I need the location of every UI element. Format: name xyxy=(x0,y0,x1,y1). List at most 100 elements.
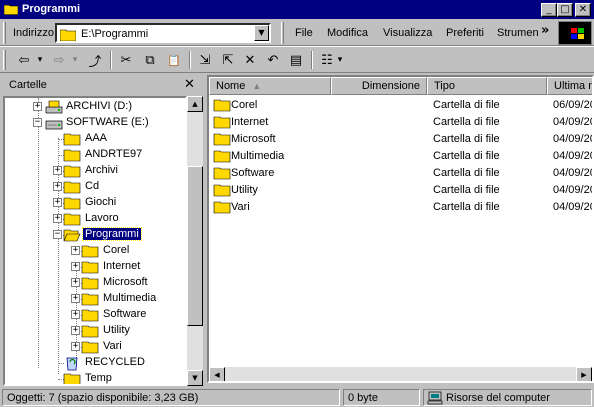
address-dropdown-button[interactable]: ▼ xyxy=(254,25,269,41)
scroll-up-button[interactable]: ▲ xyxy=(187,96,203,112)
properties-icon[interactable]: ▤ xyxy=(287,51,305,69)
forward-icon[interactable]: ⇨ xyxy=(50,51,68,69)
undo-icon[interactable]: ↶ xyxy=(264,51,282,69)
file-row[interactable]: Multimedia Cartella di file 04/09/20 xyxy=(209,147,592,164)
expand-toggle[interactable]: + xyxy=(71,278,80,287)
scroll-right-button[interactable]: ▶ xyxy=(576,367,592,381)
menu-overflow-button[interactable]: » xyxy=(541,23,549,38)
tree-item-giochi[interactable]: + Giochi xyxy=(5,195,185,211)
up-folder-icon[interactable]: ⤴ xyxy=(86,51,104,70)
expand-toggle[interactable]: + xyxy=(53,182,62,191)
menu-strumenti[interactable]: Strumen xyxy=(497,27,539,39)
folder-tree[interactable]: + ARCHIVI (D:) − SOFTWARE (E:) AAA ANDRTE… xyxy=(3,96,187,386)
expand-toggle[interactable]: + xyxy=(53,166,62,175)
tree-item-archivi[interactable]: + Archivi xyxy=(5,163,185,179)
tree-item-microsoft[interactable]: + Microsoft xyxy=(5,275,185,291)
file-list-pane[interactable]: Nome ▲ Dimensione Tipo Ultima m Corel Car… xyxy=(207,75,594,383)
status-object-count: Oggetti: 7 (spazio disponibile: 3,23 GB) xyxy=(2,389,340,406)
folders-pane-close-button[interactable]: ✕ xyxy=(184,77,195,92)
address-input[interactable]: E:\Programmi ▼ xyxy=(55,23,271,43)
expand-toggle[interactable]: + xyxy=(71,310,80,319)
menu-modifica[interactable]: Modifica xyxy=(327,27,368,39)
scroll-thumb[interactable] xyxy=(187,166,203,326)
folder-icon xyxy=(213,184,231,197)
folder-icon xyxy=(213,116,231,129)
menu-preferiti[interactable]: Preferiti xyxy=(446,27,484,39)
title-bar[interactable]: Programmi _ □ ✕ xyxy=(0,0,594,19)
collapse-toggle[interactable]: − xyxy=(53,230,62,239)
tree-item-lavoro[interactable]: + Lavoro xyxy=(5,211,185,227)
tree-item-multimedia[interactable]: + Multimedia xyxy=(5,291,185,307)
expand-toggle[interactable]: + xyxy=(71,326,80,335)
tree-item-internet[interactable]: + Internet xyxy=(5,259,185,275)
expand-toggle[interactable]: + xyxy=(71,246,80,255)
scroll-left-button[interactable]: ◀ xyxy=(209,367,225,381)
tree-item-label: Cd xyxy=(85,180,100,192)
tree-item-cd[interactable]: + Cd xyxy=(5,179,185,195)
tree-item-software-drive[interactable]: − SOFTWARE (E:) xyxy=(5,115,185,131)
tree-vertical-scrollbar[interactable]: ▲ ▼ xyxy=(187,96,203,386)
expand-toggle[interactable]: + xyxy=(53,214,62,223)
file-row[interactable]: Microsoft Cartella di file 04/09/20 xyxy=(209,130,592,147)
file-list-horizontal-scrollbar[interactable]: ◀ ▶ xyxy=(209,367,592,381)
file-name: Vari xyxy=(231,201,250,213)
folder-icon xyxy=(81,245,99,258)
back-icon[interactable]: ⇦ xyxy=(15,51,33,69)
file-type: Cartella di file xyxy=(433,99,500,111)
folder-icon xyxy=(81,261,99,274)
copy-icon[interactable]: ⧉ xyxy=(141,51,159,69)
tree-item-corel[interactable]: + Corel xyxy=(5,243,185,259)
toolbar-grip[interactable] xyxy=(3,50,6,70)
copy-to-icon[interactable]: ⇱ xyxy=(219,51,237,69)
tree-item-recycled[interactable]: RECYCLED xyxy=(5,355,185,371)
forward-dropdown-icon[interactable]: ▾ xyxy=(70,51,80,69)
tree-item-label: Giochi xyxy=(85,196,117,208)
menu-visualizza[interactable]: Visualizza xyxy=(383,27,432,39)
column-header-name[interactable]: Nome ▲ xyxy=(209,77,331,95)
tree-item-utility[interactable]: + Utility xyxy=(5,323,185,339)
tree-item-aaa[interactable]: AAA xyxy=(5,131,185,147)
minimize-button[interactable]: _ xyxy=(541,3,557,17)
menu-file[interactable]: File xyxy=(295,27,313,39)
column-header-size[interactable]: Dimensione xyxy=(331,77,427,95)
toolbar-grip[interactable] xyxy=(3,22,6,44)
column-header-type[interactable]: Tipo xyxy=(427,77,547,95)
menu-grip[interactable] xyxy=(281,22,284,44)
file-row[interactable]: Internet Cartella di file 04/09/20 xyxy=(209,113,592,130)
expand-toggle[interactable]: + xyxy=(71,342,80,351)
collapse-toggle[interactable]: − xyxy=(33,118,42,127)
tree-item-software[interactable]: + Software xyxy=(5,307,185,323)
tree-item-programmi[interactable]: − Programmi xyxy=(5,227,185,243)
maximize-button[interactable]: □ xyxy=(557,3,573,17)
tree-item-temp[interactable]: Temp xyxy=(5,371,185,384)
views-icon[interactable]: ☷ xyxy=(318,51,336,69)
computer-icon xyxy=(427,391,443,405)
folder-icon xyxy=(213,167,231,180)
tree-item-andrte97[interactable]: ANDRTE97 xyxy=(5,147,185,163)
tree-item-vari[interactable]: + Vari xyxy=(5,339,185,355)
move-to-icon[interactable]: ⇲ xyxy=(196,51,214,69)
file-row[interactable]: Software Cartella di file 04/09/20 xyxy=(209,164,592,181)
close-button[interactable]: ✕ xyxy=(575,3,591,17)
cut-icon[interactable]: ✂ xyxy=(117,51,135,69)
expand-toggle[interactable]: + xyxy=(53,198,62,207)
tree-item-archivi-drive[interactable]: + ARCHIVI (D:) xyxy=(5,99,185,115)
expand-toggle[interactable]: + xyxy=(33,102,42,111)
file-row[interactable]: Corel Cartella di file 06/09/20 xyxy=(209,96,592,113)
delete-icon[interactable]: ✕ xyxy=(241,51,259,69)
paste-icon[interactable]: 📋 xyxy=(165,51,183,69)
file-row[interactable]: Utility Cartella di file 04/09/20 xyxy=(209,181,592,198)
folder-icon xyxy=(63,181,81,194)
expand-toggle[interactable]: + xyxy=(71,294,80,303)
folder-icon xyxy=(213,99,231,112)
status-location: Risorse del computer xyxy=(423,389,592,406)
column-header-modified[interactable]: Ultima m xyxy=(547,77,592,95)
views-dropdown-icon[interactable]: ▾ xyxy=(335,51,345,69)
folder-icon xyxy=(63,149,81,162)
file-row[interactable]: Vari Cartella di file 04/09/20 xyxy=(209,198,592,215)
back-dropdown-icon[interactable]: ▾ xyxy=(35,51,45,69)
file-type: Cartella di file xyxy=(433,116,500,128)
scroll-down-button[interactable]: ▼ xyxy=(187,370,203,386)
expand-toggle[interactable]: + xyxy=(71,262,80,271)
folder-icon xyxy=(213,150,231,163)
